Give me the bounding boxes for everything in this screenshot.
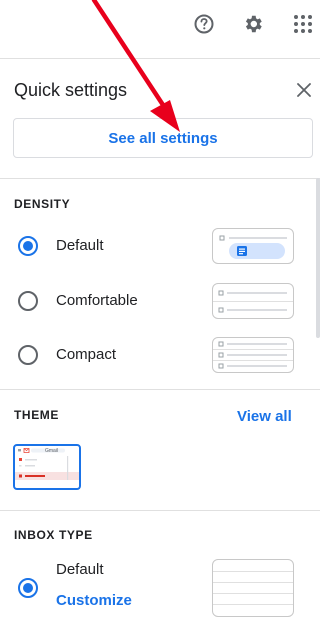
annotation-arrow-icon [91,0,180,132]
